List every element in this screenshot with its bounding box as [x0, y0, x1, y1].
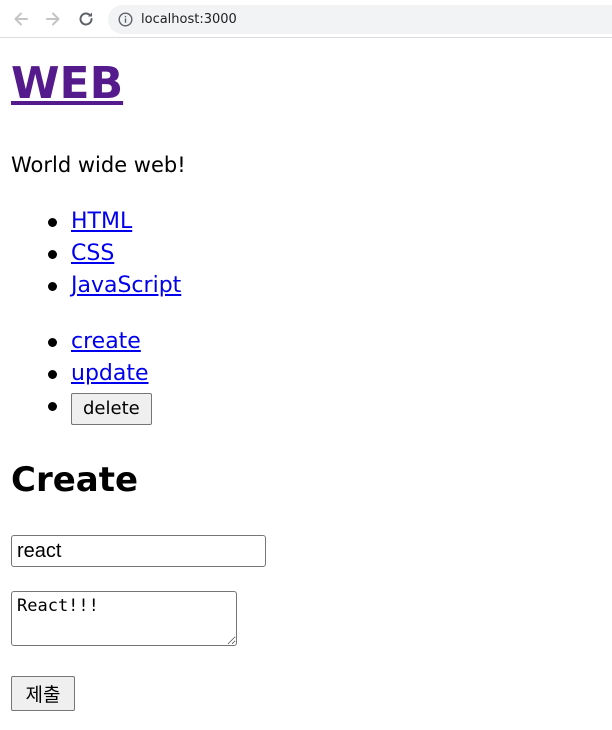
- topic-link-css[interactable]: CSS: [71, 241, 114, 266]
- control-list: create update delete: [0, 326, 152, 425]
- update-link[interactable]: update: [71, 361, 149, 386]
- body-textarea[interactable]: React!!!: [11, 591, 237, 646]
- topic-item-javascript: JavaScript: [47, 270, 181, 302]
- forward-arrow-icon[interactable]: [42, 8, 64, 30]
- control-item-update: update: [48, 358, 152, 390]
- reload-icon[interactable]: [75, 8, 97, 30]
- topic-link-html[interactable]: HTML: [71, 209, 132, 234]
- control-item-delete: delete: [48, 390, 152, 425]
- control-item-create: create: [48, 326, 152, 358]
- topic-list: HTML CSS JavaScript: [0, 206, 181, 302]
- page-title: WEB: [11, 54, 123, 114]
- address-bar[interactable]: localhost:3000: [108, 5, 612, 34]
- delete-button[interactable]: delete: [71, 392, 152, 425]
- home-link[interactable]: WEB: [11, 58, 123, 109]
- create-link[interactable]: create: [71, 329, 141, 354]
- submit-button[interactable]: 제출: [11, 676, 75, 711]
- browser-toolbar: localhost:3000: [0, 0, 612, 38]
- topic-item-css: CSS: [47, 238, 181, 270]
- url-text: localhost:3000: [141, 12, 237, 27]
- topic-item-html: HTML: [47, 206, 181, 238]
- back-arrow-icon[interactable]: [10, 8, 32, 30]
- title-input[interactable]: [11, 535, 266, 567]
- page-content: WEB World wide web! HTML CSS JavaScript …: [0, 38, 612, 730]
- topic-link-javascript[interactable]: JavaScript: [71, 273, 181, 298]
- intro-text: World wide web!: [11, 153, 186, 177]
- info-icon[interactable]: [118, 12, 133, 27]
- create-heading: Create: [11, 460, 139, 500]
